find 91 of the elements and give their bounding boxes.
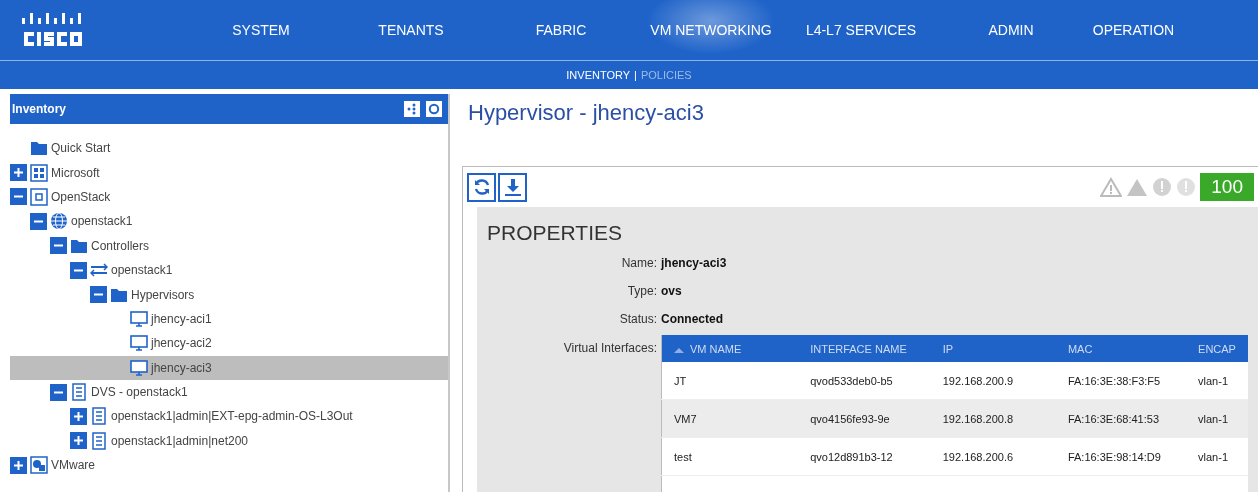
topology-button[interactable]: [404, 101, 420, 117]
table-cell: FA:16:3E:68:41:53: [1055, 399, 1187, 438]
collapse-toggle[interactable]: [10, 188, 27, 206]
collapse-toggle[interactable]: [50, 383, 67, 401]
alert-icon: [1176, 177, 1197, 197]
tree-item[interactable]: jhency-aci2: [10, 331, 448, 356]
nodes-icon: [406, 103, 418, 115]
collapse-toggle[interactable]: [30, 212, 47, 230]
tree-item[interactable]: Quick Start: [10, 136, 448, 161]
warning-icon: [1100, 177, 1123, 197]
table-cell: FA:16:3E:98:14:D9: [1055, 437, 1187, 476]
column-header[interactable]: INTERFACE NAME: [798, 335, 931, 362]
tree-item[interactable]: Hypervisors: [10, 282, 448, 307]
expand-toggle[interactable]: [70, 408, 87, 425]
tree-item[interactable]: jhency-aci3: [10, 355, 448, 380]
refresh-button[interactable]: [467, 172, 496, 202]
tree-item[interactable]: OpenStack: [10, 184, 448, 210]
tree-item[interactable]: VMware: [10, 453, 448, 478]
table-cell: test: [661, 437, 799, 476]
sub-tab[interactable]: INVENTORY: [566, 69, 631, 81]
table-cell: qvo12d891b3-12: [798, 437, 931, 476]
table-cell: qvo4156fe93-9e: [798, 399, 931, 438]
tree-item[interactable]: openstack1|admin|net200: [10, 428, 448, 454]
field-label: Type:: [626, 284, 657, 298]
download-button[interactable]: [498, 172, 527, 202]
folder-icon: [30, 139, 48, 158]
field-label: Name:: [620, 256, 657, 270]
shapes-icon: [30, 456, 48, 475]
plus-icon: [13, 459, 24, 471]
nav-tab[interactable]: L4-L7 SERVICES: [786, 0, 936, 60]
table-cell: VM7: [661, 399, 799, 438]
field-value: Connected: [661, 312, 723, 326]
tab-separator: |: [634, 69, 637, 81]
tree-item[interactable]: openstack1: [10, 257, 448, 283]
document-icon: [90, 431, 108, 450]
table-cell: qvod533deb0-b5: [798, 362, 931, 400]
field-value: jhency-aci3: [661, 256, 727, 270]
grid-icon: [30, 163, 48, 182]
refresh-icon: [428, 103, 440, 115]
column-header[interactable]: IP: [930, 335, 1056, 362]
tree-item[interactable]: DVS - openstack1: [10, 379, 448, 405]
table-cell: 192.168.200.9: [930, 362, 1056, 400]
table-cell: vlan-1: [1186, 362, 1248, 400]
table-cell: vlan-1: [1186, 399, 1248, 438]
nav-tab[interactable]: SYSTEM: [186, 0, 336, 60]
plus-icon: [73, 411, 84, 422]
field-label: Virtual Interfaces:: [562, 340, 657, 357]
sort-icon: [674, 346, 684, 353]
table-cell: 192.168.200.6: [930, 437, 1056, 476]
tree-item[interactable]: jhency-aci1: [10, 306, 448, 332]
monitor-icon: [130, 358, 148, 377]
sub-tab[interactable]: POLICIES: [640, 69, 692, 81]
tree-item[interactable]: openstack1|admin|EXT-epg-admin-OS-L3Out: [10, 404, 448, 429]
nav-tab[interactable]: OPERATION: [1086, 0, 1181, 60]
panel-title: Inventory: [12, 102, 67, 116]
expand-toggle[interactable]: [70, 432, 87, 450]
tree-item[interactable]: openstack1: [10, 209, 448, 234]
document-icon: [90, 407, 108, 426]
table-cell: 192.168.200.8: [930, 399, 1056, 438]
monitor-icon: [130, 309, 148, 328]
collapse-toggle[interactable]: [90, 286, 107, 304]
table-cell: JT: [661, 362, 799, 400]
monitor-icon: [130, 334, 148, 353]
collapse-toggle[interactable]: [70, 261, 87, 279]
page-title: Hypervisor - jhency-aci3: [468, 100, 705, 127]
alert-icon: [1152, 177, 1173, 197]
column-header[interactable]: VM NAME: [661, 335, 799, 362]
column-header[interactable]: ENCAP: [1186, 335, 1248, 362]
expand-toggle[interactable]: [10, 164, 27, 182]
nav-tab[interactable]: FABRIC: [486, 0, 636, 60]
table-cell: FA:16:3E:38:F3:F5: [1055, 362, 1187, 400]
globe-icon: [50, 212, 68, 231]
tree-item[interactable]: Microsoft: [10, 160, 448, 185]
download-icon: [502, 177, 523, 197]
column-header[interactable]: MAC: [1055, 335, 1187, 362]
field-value: ovs: [661, 284, 682, 298]
document-icon: [70, 383, 88, 402]
field-label: Status:: [618, 312, 657, 326]
refresh-button[interactable]: [426, 101, 442, 117]
collapse-toggle[interactable]: [50, 237, 67, 255]
table-cell: vlan-1: [1186, 437, 1248, 476]
nav-tab[interactable]: TENANTS: [336, 0, 486, 60]
plus-icon: [13, 167, 24, 179]
health-score: 100: [1200, 173, 1254, 201]
warning-icon: [1126, 177, 1149, 197]
expand-toggle[interactable]: [10, 456, 27, 474]
tree-item[interactable]: Controllers: [10, 233, 448, 258]
nav-tab[interactable]: ADMIN: [936, 0, 1086, 60]
section-title: PROPERTIES: [487, 221, 623, 245]
square-icon: [30, 187, 48, 206]
plus-icon: [73, 435, 84, 447]
